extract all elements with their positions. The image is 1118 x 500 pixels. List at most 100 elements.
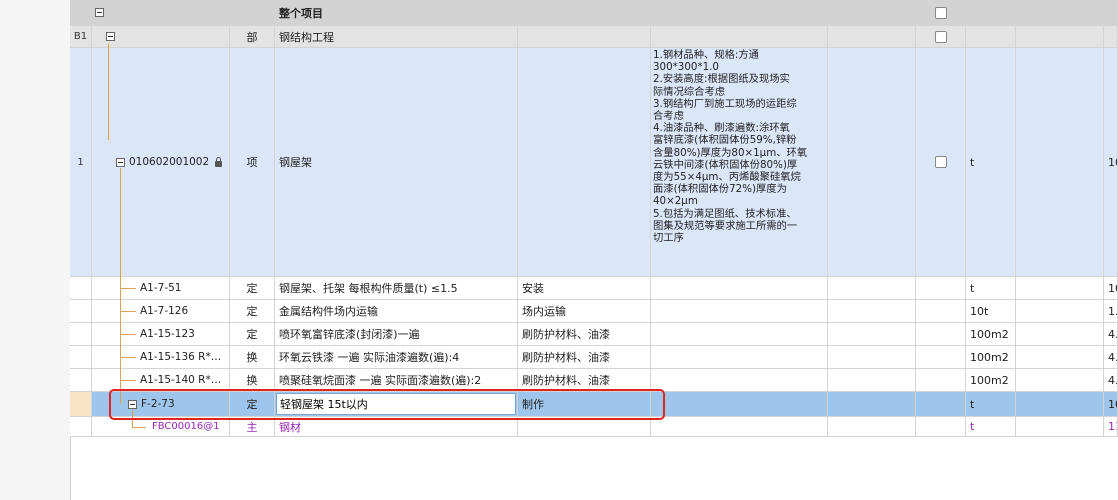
checkbox-cell[interactable] <box>916 0 966 26</box>
row-checkbox[interactable] <box>934 30 947 43</box>
row-unit: t <box>970 155 975 169</box>
name-cell[interactable]: 金属结构件场内运输 <box>275 300 518 323</box>
collapse-icon[interactable] <box>106 32 115 41</box>
row-qty: 10 <box>1108 155 1117 169</box>
work-content-cell[interactable]: 场内运输 <box>518 300 651 323</box>
row-unit: 10t <box>970 304 989 318</box>
code-cell[interactable]: F-2-73 <box>92 392 230 417</box>
spacer-cell-2 <box>1016 48 1104 277</box>
code-cell[interactable]: A1-7-126 <box>92 300 230 323</box>
quota-code: A1-15-140 R*… <box>140 374 222 386</box>
spacer-cell-2 <box>1016 346 1104 369</box>
name-cell[interactable]: 喷环氧富锌底漆(封闭漆)一遍 <box>275 323 518 346</box>
code-cell[interactable]: A1-7-51 <box>92 277 230 300</box>
material-code: FBC00016@1 <box>152 421 220 432</box>
row-number-cell <box>70 277 92 300</box>
name-cell[interactable]: 钢结构工程 <box>275 26 518 48</box>
row-work: 安装 <box>522 282 544 295</box>
feature-line: 合考虑 <box>653 110 684 123</box>
table-row-material[interactable]: FBC00016@1 主 钢材 t 11 <box>70 417 1118 437</box>
category-cell: 项 <box>230 48 275 277</box>
name-cell[interactable]: 喷聚硅氧烷面漆 一遍 实际面漆遍数(遍):2 <box>275 369 518 392</box>
code-cell[interactable] <box>92 0 230 26</box>
unit-cell: 10t <box>966 300 1016 323</box>
category-cell: 换 <box>230 346 275 369</box>
row-name: 钢结构工程 <box>279 30 334 44</box>
feature-cell <box>651 323 828 346</box>
row-checkbox[interactable] <box>934 156 947 168</box>
table-row-section[interactable]: B1 部 钢结构工程 <box>70 26 1118 48</box>
row-work: 刷防护材料、油漆 <box>522 351 610 364</box>
work-content-cell <box>518 417 651 437</box>
table-row-selected[interactable]: F-2-73 定 轻钢屋架 15t以内 制作 t 10 <box>70 392 1118 417</box>
name-cell[interactable]: 钢材 <box>275 417 518 437</box>
work-content-cell[interactable]: 制作 <box>518 392 651 417</box>
row-work: 刷防护材料、油漆 <box>522 328 610 341</box>
feature-line: 富锌底漆(体积固体份59%,锌粉 <box>653 134 797 147</box>
spacer-cell <box>828 417 916 437</box>
row-name: 钢屋架 <box>279 156 312 169</box>
feature-cell[interactable]: 1.钢材品种、规格:方通 300*300*1.0 2.安装高度:根据图纸及现场实… <box>651 48 828 277</box>
code-cell[interactable] <box>92 26 230 48</box>
collapse-icon[interactable] <box>95 8 104 17</box>
name-edit-input[interactable]: 轻钢屋架 15t以内 <box>276 393 516 415</box>
tree-branch <box>132 427 146 428</box>
qty-cell: 4.2 <box>1104 323 1118 346</box>
code-cell[interactable]: A1-15-136 R*… <box>92 346 230 369</box>
name-cell[interactable]: 环氧云铁漆 一遍 实际油漆遍数(遍):4 <box>275 346 518 369</box>
tree-branch <box>120 288 136 289</box>
work-content-cell <box>518 0 651 26</box>
checkbox-cell <box>916 417 966 437</box>
work-content-cell <box>518 48 651 277</box>
name-cell[interactable]: 钢屋架 <box>275 48 518 277</box>
code-cell[interactable]: A1-15-140 R*… <box>92 369 230 392</box>
name-cell[interactable]: 整个项目 <box>275 0 518 26</box>
qty-cell: 1.0 <box>1104 300 1118 323</box>
feature-cell <box>651 277 828 300</box>
table-row-quota[interactable]: A1-15-123 定 喷环氧富锌底漆(封闭漆)一遍 刷防护材料、油漆 100m… <box>70 323 1118 346</box>
name-cell[interactable]: 轻钢屋架 15t以内 <box>275 392 518 417</box>
code-cell[interactable]: 010602001002 <box>92 48 230 277</box>
unit-cell: t <box>966 392 1016 417</box>
tree-branch <box>120 311 136 312</box>
row-qty: 11 <box>1108 420 1117 433</box>
unit-cell: t <box>966 277 1016 300</box>
work-content-cell[interactable]: 刷防护材料、油漆 <box>518 346 651 369</box>
category-cell: 换 <box>230 369 275 392</box>
spacer-cell-2 <box>1016 26 1104 48</box>
work-content-cell[interactable]: 刷防护材料、油漆 <box>518 323 651 346</box>
row-unit: t <box>970 420 975 433</box>
code-cell[interactable]: A1-15-123 <box>92 323 230 346</box>
checkbox-cell[interactable] <box>916 26 966 48</box>
spacer-cell-2 <box>1016 323 1104 346</box>
spacer-cell <box>828 26 916 48</box>
feature-line: 300*300*1.0 <box>653 61 719 74</box>
table-row-item[interactable]: 1 010602001002 项 钢屋架 1.钢材品种、规格:方通 300*30… <box>70 48 1118 277</box>
row-number-cell: B1 <box>70 26 92 48</box>
collapse-icon[interactable] <box>128 399 137 409</box>
feature-cell <box>651 369 828 392</box>
table-row-quota[interactable]: A1-15-140 R*… 换 喷聚硅氧烷面漆 一遍 实际面漆遍数(遍):2 刷… <box>70 369 1118 392</box>
checkbox-cell[interactable] <box>916 48 966 277</box>
tree-branch <box>120 357 136 358</box>
work-content-cell[interactable]: 安装 <box>518 277 651 300</box>
quota-code: A1-15-136 R*… <box>140 351 222 363</box>
spacer-cell <box>828 323 916 346</box>
qty-cell: 10 <box>1104 48 1118 277</box>
row-checkbox[interactable] <box>934 6 947 19</box>
table-row-quota[interactable]: A1-7-51 定 钢屋架、托架 每根构件质量(t) ≤1.5 安装 t 10 <box>70 277 1118 300</box>
row-qty: 10 <box>1108 281 1117 295</box>
code-cell[interactable]: FBC00016@1 <box>92 417 230 437</box>
row-category: 定 <box>246 282 258 295</box>
qty-cell: 11 <box>1104 417 1118 437</box>
row-name: 整个项目 <box>279 6 323 20</box>
table-row-quota[interactable]: A1-7-126 定 金属结构件场内运输 场内运输 10t 1.0 <box>70 300 1118 323</box>
table-row-project[interactable]: 整个项目 <box>70 0 1118 26</box>
feature-cell <box>651 346 828 369</box>
name-cell[interactable]: 钢屋架、托架 每根构件质量(t) ≤1.5 <box>275 277 518 300</box>
collapse-icon[interactable] <box>116 157 125 167</box>
quota-code: F-2-73 <box>141 398 175 410</box>
table-row-quota[interactable]: A1-15-136 R*… 换 环氧云铁漆 一遍 实际油漆遍数(遍):4 刷防护… <box>70 346 1118 369</box>
row-name: 环氧云铁漆 一遍 实际油漆遍数(遍):4 <box>279 351 460 364</box>
work-content-cell[interactable]: 刷防护材料、油漆 <box>518 369 651 392</box>
